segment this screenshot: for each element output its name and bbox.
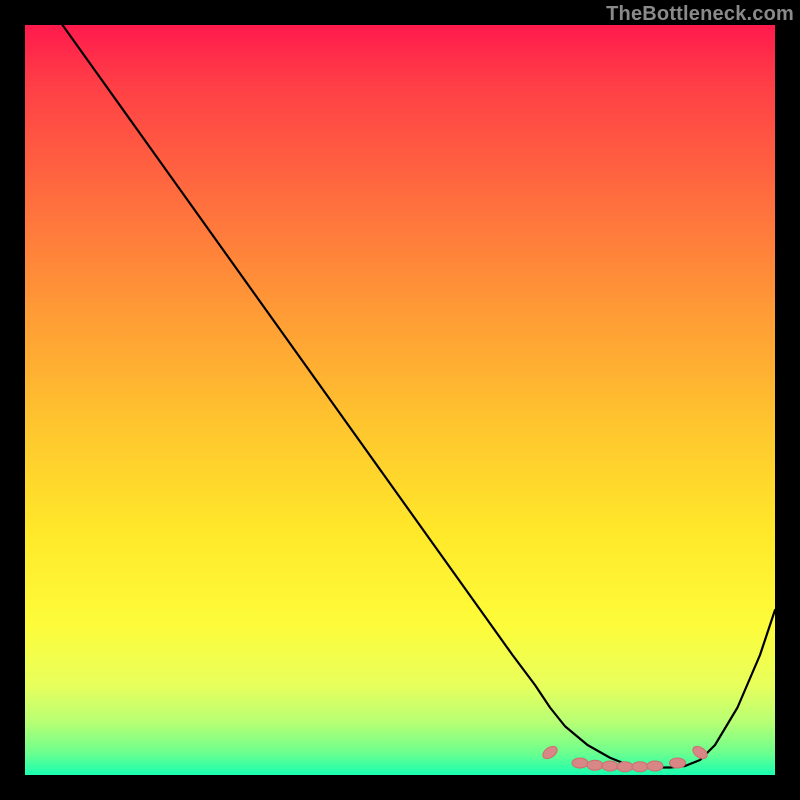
plot-svg	[25, 25, 775, 775]
plot-area	[25, 25, 775, 775]
chart-frame: TheBottleneck.com	[0, 0, 800, 800]
marker-dot	[541, 744, 560, 761]
marker-dot	[587, 760, 603, 770]
optimal-range-markers	[541, 744, 710, 772]
marker-dot	[617, 762, 633, 772]
watermark-label: TheBottleneck.com	[606, 3, 794, 26]
bottleneck-curve	[63, 25, 776, 768]
marker-dot	[572, 758, 588, 768]
marker-dot	[632, 762, 648, 772]
marker-dot	[602, 761, 618, 771]
marker-dot	[647, 761, 663, 771]
marker-dot	[691, 744, 710, 761]
marker-dot	[670, 758, 686, 768]
